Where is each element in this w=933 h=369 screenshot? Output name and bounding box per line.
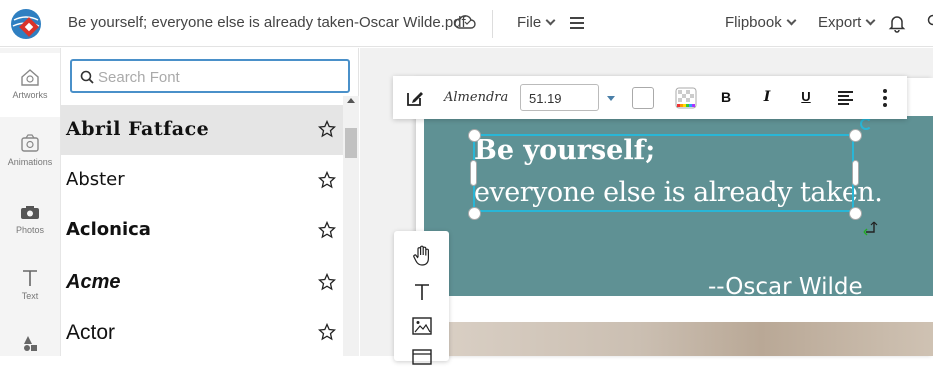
export-menu-button[interactable]: Export xyxy=(818,14,874,31)
font-search-input[interactable] xyxy=(98,66,338,88)
font-list-scrollbar[interactable] xyxy=(343,96,359,356)
font-family-selector[interactable]: Almendra xyxy=(444,90,508,105)
cloud-sync-icon[interactable] xyxy=(454,13,476,31)
font-name-label: Actor xyxy=(66,321,115,345)
left-sidebar: Artworks Animations Photos Text xyxy=(0,48,61,356)
flipbook-menu-label: Flipbook xyxy=(725,14,782,31)
search-icon xyxy=(80,70,94,84)
file-menu-label: File xyxy=(517,14,541,31)
rotate-handle-icon[interactable] xyxy=(860,118,872,130)
resize-handle[interactable] xyxy=(468,129,481,142)
image-tool-icon[interactable] xyxy=(411,315,433,337)
resize-side-handle[interactable] xyxy=(852,160,859,186)
bold-button[interactable]: B xyxy=(717,89,735,105)
file-menu-button[interactable]: File xyxy=(517,14,554,31)
shapes-icon xyxy=(19,332,41,352)
favorite-star-icon[interactable] xyxy=(318,221,336,239)
background-fill-icon[interactable] xyxy=(675,87,697,109)
text-selection-box[interactable] xyxy=(473,134,854,212)
favorite-star-icon[interactable] xyxy=(318,273,336,291)
resize-side-handle[interactable] xyxy=(470,160,477,186)
text-color-swatch[interactable] xyxy=(632,87,654,109)
flipbook-menu-button[interactable]: Flipbook xyxy=(725,14,795,31)
italic-button[interactable]: I xyxy=(758,89,776,105)
bell-icon[interactable] xyxy=(888,13,906,33)
photo-image[interactable] xyxy=(442,322,933,356)
edit-text-icon[interactable] xyxy=(406,89,424,107)
sidebar-item-animations[interactable]: Animations xyxy=(0,134,60,167)
resize-handle[interactable] xyxy=(849,207,862,220)
font-name-label: Abril Fatface xyxy=(66,118,209,140)
text-format-toolbar: Almendra 51.19 B I U xyxy=(393,76,907,119)
font-list-item[interactable]: Abril Fatface xyxy=(61,105,343,155)
rotate-arrows-icon[interactable] xyxy=(862,220,878,238)
underline-button[interactable]: U xyxy=(797,89,815,104)
app-logo-icon[interactable] xyxy=(8,6,44,42)
font-list-item[interactable]: Aclonica xyxy=(61,206,343,256)
tools-palette xyxy=(394,231,449,361)
font-name-label: Acme xyxy=(66,271,120,294)
text-tool-icon[interactable] xyxy=(411,281,433,303)
favorite-star-icon[interactable] xyxy=(318,171,336,189)
sidebar-item-shapes[interactable] xyxy=(0,332,60,355)
flipbook-page: --Oscar Wilde Be yourself; everyone else… xyxy=(416,78,933,356)
user-avatar-icon[interactable] xyxy=(922,13,933,33)
sidebar-item-label: Photos xyxy=(16,225,44,235)
align-left-icon[interactable] xyxy=(838,91,853,104)
chevron-down-icon xyxy=(546,16,556,26)
resize-handle[interactable] xyxy=(849,129,862,142)
sidebar-item-label: Text xyxy=(22,291,39,301)
sidebar-item-artworks[interactable]: Artworks xyxy=(0,53,60,117)
sidebar-item-photos[interactable]: Photos xyxy=(0,204,60,235)
font-size-input[interactable]: 51.19 xyxy=(520,84,599,111)
text-icon xyxy=(19,268,41,288)
quote-author-text[interactable]: --Oscar Wilde xyxy=(708,274,863,300)
chevron-down-icon[interactable] xyxy=(607,96,615,101)
font-panel: Abril Fatface Abster Aclonica Acme Actor xyxy=(61,48,359,356)
favorite-star-icon[interactable] xyxy=(318,323,336,341)
export-menu-label: Export xyxy=(818,14,861,31)
sidebar-item-label: Artworks xyxy=(12,90,47,100)
document-title: Be yourself; everyone else is already ta… xyxy=(68,14,466,31)
resize-handle[interactable] xyxy=(468,207,481,220)
artworks-icon xyxy=(19,67,41,87)
chevron-down-icon xyxy=(866,16,876,26)
font-list-item[interactable]: Actor xyxy=(61,308,343,358)
hamburger-menu-icon[interactable] xyxy=(570,17,584,29)
font-name-label: Aclonica xyxy=(66,219,151,240)
shape-tool-icon[interactable] xyxy=(411,347,433,369)
sidebar-item-text[interactable]: Text xyxy=(0,268,60,301)
font-list-item[interactable]: Abster xyxy=(61,156,343,206)
hand-tool-icon[interactable] xyxy=(411,245,433,267)
animations-icon xyxy=(19,134,41,154)
font-list-item[interactable]: Acme xyxy=(61,258,343,308)
camera-icon xyxy=(19,204,41,222)
scroll-up-arrow-icon[interactable] xyxy=(347,98,355,103)
scrollbar-thumb[interactable] xyxy=(345,128,357,158)
chevron-down-icon xyxy=(786,16,796,26)
favorite-star-icon[interactable] xyxy=(318,120,336,138)
top-bar: Be yourself; everyone else is already ta… xyxy=(0,0,933,47)
font-name-label: Abster xyxy=(66,169,125,190)
more-options-icon[interactable] xyxy=(883,89,887,107)
font-search-box[interactable] xyxy=(70,59,350,93)
sidebar-item-label: Animations xyxy=(8,157,53,167)
header-divider xyxy=(492,10,493,38)
